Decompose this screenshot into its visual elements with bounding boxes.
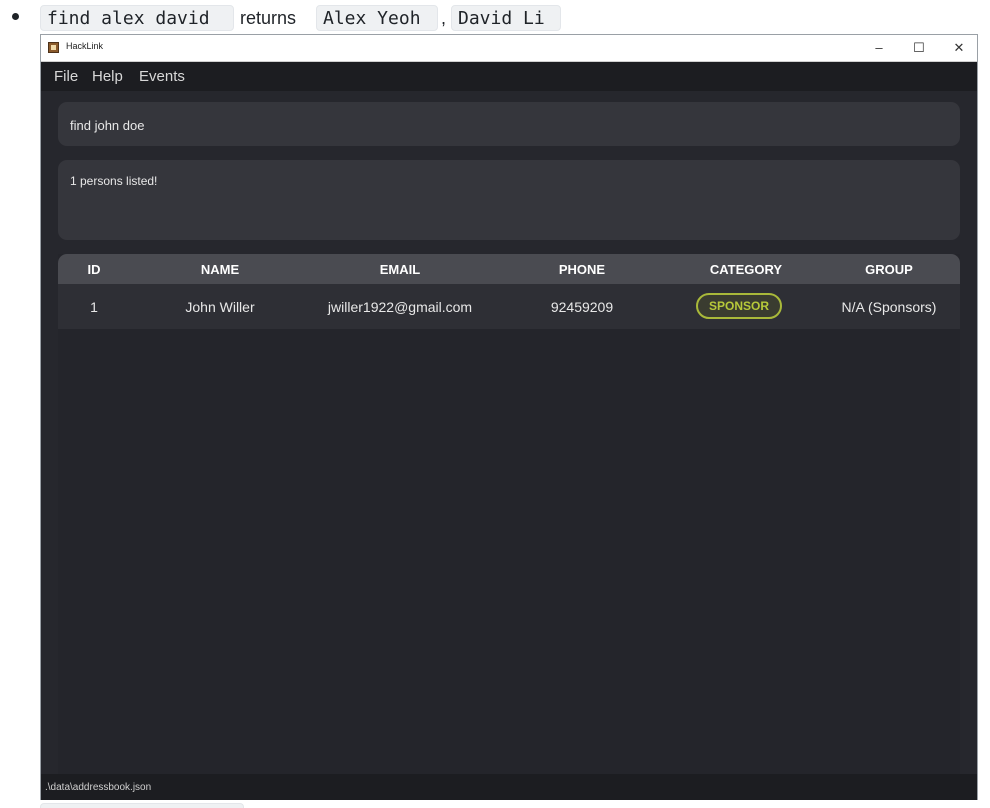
menu-help[interactable]: Help xyxy=(92,68,123,85)
result-display: 1 persons listed! xyxy=(58,160,960,240)
returns-text: returns xyxy=(240,8,297,28)
cell-id: 1 xyxy=(90,299,98,315)
cell-phone: 92459209 xyxy=(550,299,614,315)
menu-events[interactable]: Events xyxy=(139,68,185,85)
column-header-name: NAME xyxy=(200,262,240,277)
column-header-phone: PHONE xyxy=(558,262,606,277)
doc-example-line: find alex david returns Alex Yeoh , Davi… xyxy=(0,3,990,33)
command-code: find alex david xyxy=(40,5,234,31)
app-icon xyxy=(48,42,59,53)
result-message: 1 persons listed! xyxy=(70,174,158,188)
column-header-id: ID xyxy=(87,262,101,277)
cell-name: John Willer xyxy=(185,299,255,315)
person-table: ID NAME EMAIL PHONE CATEGORY GROUP 1 Joh… xyxy=(58,254,960,774)
close-button[interactable]: ✕ xyxy=(939,35,979,61)
table-header: ID NAME EMAIL PHONE CATEGORY GROUP xyxy=(58,254,960,284)
comma-text: , xyxy=(441,8,447,28)
title-bar[interactable]: HackLink – ☐ ✕ xyxy=(41,35,977,62)
column-header-email: EMAIL xyxy=(379,262,421,277)
command-input-value: find john doe xyxy=(70,118,145,133)
menu-file[interactable]: File xyxy=(54,68,78,85)
data-file-path: .\data\addressbook.json xyxy=(45,782,152,793)
minimize-button[interactable]: – xyxy=(859,35,899,61)
status-bar: .\data\addressbook.json xyxy=(41,774,977,800)
table-row[interactable]: 1 John Willer jwiller1922@gmail.com 9245… xyxy=(58,284,960,329)
command-input[interactable]: find john doe xyxy=(58,102,960,146)
cell-group: N/A (Sponsors) xyxy=(841,299,937,315)
category-badge: SPONSOR xyxy=(696,293,782,319)
cell-email: jwiller1922@gmail.com xyxy=(327,299,473,315)
window-title: HackLink xyxy=(66,41,104,51)
column-header-category: CATEGORY xyxy=(709,262,783,277)
bullet-point xyxy=(12,13,19,20)
code-block-stub xyxy=(40,803,244,808)
result-code-2: David Li xyxy=(451,5,561,31)
menu-bar: File Help Events xyxy=(41,62,977,91)
app-window: HackLink – ☐ ✕ File Help Events find joh… xyxy=(40,34,978,800)
maximize-button[interactable]: ☐ xyxy=(899,35,939,61)
result-code-1: Alex Yeoh xyxy=(316,5,438,31)
column-header-group: GROUP xyxy=(865,262,913,277)
